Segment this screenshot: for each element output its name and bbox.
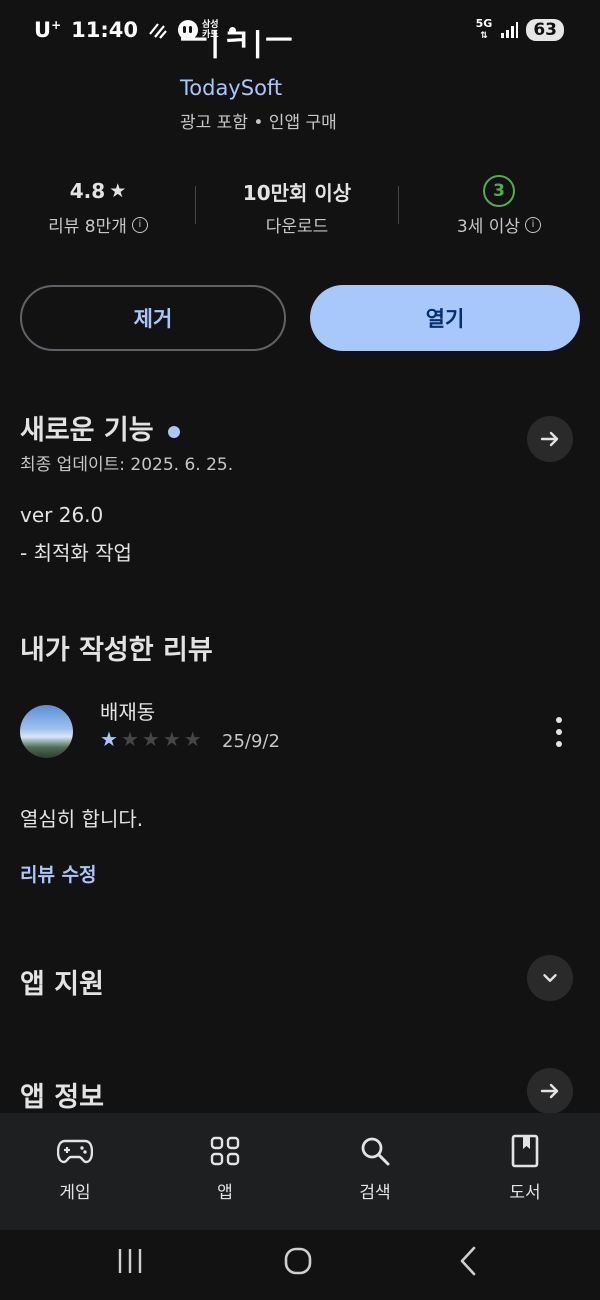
book-icon bbox=[511, 1134, 539, 1168]
chevron-down-icon bbox=[543, 974, 557, 982]
downloads-value: 10만회 이상 bbox=[242, 180, 352, 205]
battery-indicator: 63 bbox=[526, 19, 564, 41]
review-stars: ★ ★ ★ ★ ★ bbox=[100, 727, 202, 751]
remove-button[interactable]: 제거 bbox=[20, 285, 286, 351]
review-date: 25/9/2 bbox=[222, 731, 280, 752]
nav-item-books[interactable]: 도서 bbox=[450, 1128, 600, 1203]
whats-new-arrow-button[interactable] bbox=[527, 416, 573, 462]
star-icon: ★ bbox=[162, 727, 181, 751]
nav-label: 검색 bbox=[359, 1183, 391, 1203]
downloads-label: 다운로드 bbox=[265, 217, 329, 237]
version-text: ver 26.0 bbox=[20, 503, 104, 527]
signal-icon bbox=[501, 22, 519, 38]
recent-apps-icon[interactable] bbox=[110, 1243, 150, 1279]
stat-divider bbox=[195, 186, 196, 224]
back-icon[interactable] bbox=[448, 1243, 488, 1279]
downloads-stat: 10만회 이상 다운로드 bbox=[207, 176, 387, 238]
app-info-arrow-button[interactable] bbox=[527, 1068, 573, 1114]
arrow-right-icon bbox=[540, 431, 559, 447]
rating-label: 리뷰 8만개 bbox=[48, 217, 127, 237]
status-right: 5G ⇅ 63 bbox=[476, 18, 564, 42]
clock: 11:40 bbox=[71, 18, 138, 42]
avatar bbox=[20, 705, 73, 758]
nav-label: 앱 bbox=[217, 1183, 233, 1203]
app-meta: 광고 포함 • 인앱 구매 bbox=[180, 113, 337, 133]
network-5g-icon: 5G ⇅ bbox=[475, 17, 493, 41]
age-rating-stat[interactable]: 3 3세 이상 i bbox=[409, 175, 589, 237]
last-updated: 최종 업데이트: 2025. 6. 25. bbox=[20, 455, 234, 475]
developer-link[interactable]: TodaySoft bbox=[180, 76, 282, 100]
search-icon bbox=[361, 1137, 390, 1166]
age-rating-label: 3세 이상 bbox=[456, 217, 521, 237]
nav-item-search[interactable]: 검색 bbox=[300, 1128, 450, 1203]
star-icon: ★ bbox=[141, 727, 160, 751]
nav-label: 게임 bbox=[59, 1183, 91, 1203]
app-title: ㅡ|ㅋ|ㅡ 밈 bbox=[180, 30, 295, 59]
home-icon[interactable] bbox=[278, 1243, 318, 1279]
nav-item-apps[interactable]: 앱 bbox=[150, 1128, 300, 1203]
stat-divider bbox=[398, 186, 399, 224]
arrow-right-icon bbox=[540, 1083, 559, 1099]
star-icon: ★ bbox=[183, 727, 202, 751]
info-icon: i bbox=[525, 216, 542, 233]
release-notes: - 최적화 작업 bbox=[20, 541, 132, 565]
star-icon: ★ bbox=[120, 727, 139, 751]
star-icon: ★ bbox=[100, 727, 118, 751]
rating-value: 4.8 bbox=[69, 179, 106, 203]
info-icon: i bbox=[131, 216, 148, 233]
apps-grid-icon bbox=[210, 1136, 240, 1166]
edit-review-link[interactable]: 리뷰 수정 bbox=[20, 860, 97, 887]
carrier-label: U+ bbox=[34, 18, 62, 42]
more-options-icon[interactable] bbox=[552, 717, 566, 747]
reviewer-name: 배재동 bbox=[100, 700, 156, 724]
app-support-title[interactable]: 앱 지원 bbox=[20, 962, 104, 1001]
review-text: 열심히 합니다. bbox=[20, 807, 144, 831]
app-info-title[interactable]: 앱 정보 bbox=[20, 1075, 104, 1114]
age-rating-badge: 3 bbox=[483, 175, 515, 207]
new-indicator-dot bbox=[167, 425, 180, 438]
open-button[interactable]: 열기 bbox=[310, 285, 580, 351]
star-icon: ★ bbox=[109, 180, 127, 202]
app-support-expand-button[interactable] bbox=[527, 955, 573, 1001]
nav-item-games[interactable]: 게임 bbox=[0, 1128, 150, 1203]
rating-stat[interactable]: 4.8 ★ 리뷰 8만개 i bbox=[8, 176, 188, 237]
whats-new-title[interactable]: 새로운 기능 bbox=[20, 408, 180, 447]
nav-label: 도서 bbox=[509, 1183, 541, 1203]
my-review-title: 내가 작성한 리뷰 bbox=[20, 635, 213, 666]
sync-off-icon bbox=[149, 23, 167, 39]
gamepad-icon bbox=[57, 1139, 93, 1164]
